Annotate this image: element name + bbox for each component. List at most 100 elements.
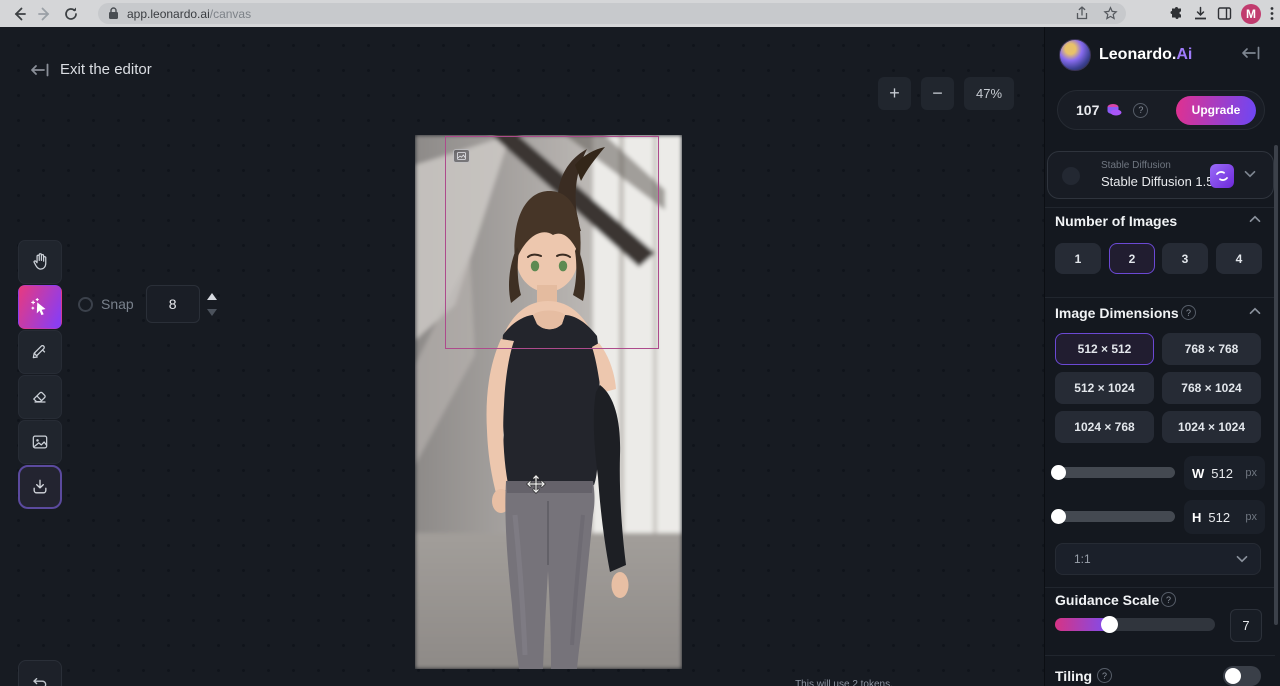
leonardo-logo-avatar: [1059, 39, 1091, 71]
brand: Leonardo.Ai: [1059, 39, 1192, 71]
usage-line-1: This will use 2 tokens.: [769, 678, 919, 686]
browser-reload-icon[interactable]: [58, 3, 84, 25]
num-images-option-2[interactable]: 2: [1109, 243, 1155, 274]
dimension-option-512x1024[interactable]: 512 × 1024: [1055, 372, 1154, 404]
undo-icon: [30, 672, 50, 686]
dimension-option-768x768[interactable]: 768 × 768: [1162, 333, 1261, 365]
token-balance-box: 107 ? Upgrade: [1057, 90, 1265, 130]
height-slider-thumb[interactable]: [1051, 509, 1066, 524]
exit-editor-button[interactable]: Exit the editor: [30, 61, 152, 78]
collapse-sidebar-icon[interactable]: [1241, 46, 1261, 60]
eraser-tool-button[interactable]: [18, 375, 62, 419]
num-images-option-4[interactable]: 4: [1216, 243, 1262, 274]
share-icon[interactable]: [1075, 6, 1089, 21]
dimension-option-768x1024[interactable]: 768 × 1024: [1162, 372, 1261, 404]
dimension-option-1024x768[interactable]: 1024 × 768: [1055, 411, 1154, 443]
extensions-puzzle-icon[interactable]: [1169, 6, 1184, 21]
image-icon: [30, 432, 50, 452]
image-tool-button[interactable]: [18, 420, 62, 464]
snap-control: Snap 8: [78, 285, 217, 323]
token-usage-note: This will use 2 tokens. 107 tokens remai…: [769, 678, 919, 686]
guidance-scale-slider[interactable]: [1055, 618, 1215, 631]
aspect-ratio-value: 1:1: [1074, 552, 1091, 566]
model-selector-value: Stable Diffusion 1.5: [1101, 174, 1214, 189]
image-dimensions-help-icon[interactable]: ?: [1181, 305, 1196, 320]
divider: [1045, 297, 1275, 298]
paint-tool-button[interactable]: [18, 330, 62, 374]
num-images-option-1[interactable]: 1: [1055, 243, 1101, 274]
select-tool-button[interactable]: [18, 285, 62, 329]
snap-increment-icon[interactable]: [207, 293, 217, 300]
divider: [1045, 587, 1275, 588]
move-cursor-icon: [526, 474, 546, 494]
dimension-option-512x512[interactable]: 512 × 512: [1055, 333, 1154, 365]
dimension-option-1024x1024[interactable]: 1024 × 1024: [1162, 411, 1261, 443]
model-selector-label: Stable Diffusion: [1101, 160, 1171, 171]
download-icon: [30, 477, 50, 497]
snap-toggle[interactable]: [78, 297, 93, 312]
zoom-level-indicator[interactable]: 47%: [964, 77, 1014, 110]
exit-arrow-icon: [30, 63, 50, 77]
model-selector[interactable]: Stable Diffusion Stable Diffusion 1.5: [1047, 151, 1274, 199]
browser-toolbar: app.leonardo.ai/canvas M: [0, 0, 1280, 27]
lock-icon: [108, 7, 119, 20]
divider: [1045, 207, 1275, 208]
generated-image[interactable]: [415, 135, 682, 669]
image-dimensions-collapse-icon[interactable]: [1249, 307, 1261, 315]
pan-tool-button[interactable]: [18, 240, 62, 284]
guidance-scale-value: 7: [1230, 609, 1262, 642]
stable-diffusion-badge-icon: [1210, 164, 1234, 188]
number-of-images-title: Number of Images: [1055, 213, 1177, 229]
width-slider[interactable]: [1055, 467, 1175, 478]
snap-label: Snap: [101, 296, 134, 312]
download-artwork-button[interactable]: [18, 465, 62, 509]
width-value-box: W 512 px: [1184, 456, 1265, 490]
height-value-box: H 512 px: [1184, 500, 1265, 534]
token-count: 107: [1076, 102, 1099, 118]
width-label: W: [1192, 466, 1204, 481]
aspect-ratio-dropdown[interactable]: 1:1: [1055, 543, 1261, 575]
undo-button[interactable]: [18, 660, 62, 686]
exit-editor-label: Exit the editor: [60, 61, 152, 78]
tiling-toggle-knob: [1225, 668, 1241, 684]
guidance-scale-title: Guidance Scale: [1055, 592, 1159, 608]
eraser-icon: [30, 387, 50, 407]
width-value[interactable]: 512: [1211, 466, 1233, 481]
coins-icon: [1106, 102, 1123, 118]
browser-profile-avatar[interactable]: M: [1241, 4, 1261, 24]
settings-sidebar: Leonardo.Ai 107 ? Upgrade Stable Diffusi…: [1044, 27, 1280, 686]
height-value[interactable]: 512: [1208, 510, 1230, 525]
browser-forward-icon[interactable]: [32, 3, 58, 25]
zoom-out-button[interactable]: −: [921, 77, 954, 110]
model-chevron-down-icon: [1244, 170, 1256, 178]
tiling-help-icon[interactable]: ?: [1097, 668, 1112, 683]
image-dimensions-title: Image Dimensions: [1055, 305, 1179, 321]
snap-decrement-icon[interactable]: [207, 309, 217, 316]
token-help-icon[interactable]: ?: [1133, 103, 1148, 118]
width-slider-thumb[interactable]: [1051, 465, 1066, 480]
num-images-option-3[interactable]: 3: [1162, 243, 1208, 274]
snap-value-input[interactable]: 8: [146, 285, 200, 323]
height-label: H: [1192, 510, 1201, 525]
downloads-icon[interactable]: [1193, 6, 1208, 21]
guidance-scale-thumb[interactable]: [1101, 616, 1118, 633]
guidance-scale-help-icon[interactable]: ?: [1161, 592, 1176, 607]
number-of-images-collapse-icon[interactable]: [1249, 215, 1261, 223]
bookmark-star-icon[interactable]: [1103, 6, 1118, 21]
zoom-in-button[interactable]: +: [878, 77, 911, 110]
tiling-toggle[interactable]: [1223, 666, 1261, 686]
browser-back-icon[interactable]: [6, 3, 32, 25]
brand-title: Leonardo.Ai: [1099, 46, 1192, 64]
browser-menu-icon[interactable]: [1270, 6, 1274, 21]
leonardo-canvas-app: app.leonardo.ai/canvas M Exit the editor: [0, 0, 1280, 686]
height-slider[interactable]: [1055, 511, 1175, 522]
paint-brush-icon: [30, 342, 50, 362]
model-avatar-placeholder: [1062, 167, 1080, 185]
browser-address-bar[interactable]: app.leonardo.ai/canvas: [98, 3, 1126, 24]
sidebar-scrollbar[interactable]: [1274, 145, 1278, 625]
upgrade-button[interactable]: Upgrade: [1176, 96, 1256, 125]
zoom-controls: + − 47%: [878, 77, 1014, 110]
height-unit: px: [1245, 511, 1257, 523]
side-panel-icon[interactable]: [1217, 6, 1232, 21]
tiling-title: Tiling: [1055, 668, 1092, 684]
